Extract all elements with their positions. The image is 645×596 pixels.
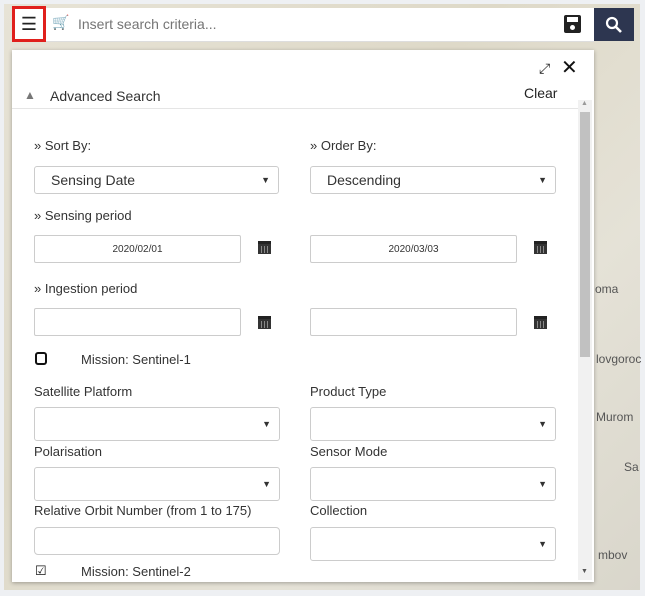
mission-sentinel-2-checkbox[interactable]: ☑ — [35, 563, 47, 579]
satellite-platform-select[interactable]: ▼ — [34, 407, 280, 441]
clear-button[interactable]: Clear — [524, 85, 557, 101]
dropdown-arrow-icon: ▼ — [538, 175, 547, 185]
calendar-icon[interactable] — [534, 241, 547, 254]
map-label: oma — [595, 282, 619, 296]
scroll-down-icon[interactable]: ▼ — [581, 568, 588, 575]
advanced-search-panel: ⤢ ✕ ▲ Advanced Search Clear » Sort By: S… — [12, 50, 594, 582]
expand-icon[interactable]: ⤢ — [539, 60, 550, 77]
calendar-icon[interactable] — [258, 241, 271, 254]
order-by-select[interactable]: Descending ▼ — [310, 166, 556, 194]
map-label: Sa — [624, 460, 639, 474]
dropdown-arrow-icon: ▼ — [262, 479, 271, 489]
product-type-select[interactable]: ▼ — [310, 407, 556, 441]
collection-label: Collection — [310, 503, 368, 518]
scroll-up-icon[interactable]: ▲ — [581, 100, 588, 107]
polarisation-label: Polarisation — [34, 444, 102, 459]
dropdown-arrow-icon: ▼ — [538, 539, 547, 549]
sort-by-value: Sensing Date — [51, 172, 136, 188]
ingestion-to-input[interactable] — [310, 308, 517, 336]
ingestion-period-label: » Ingestion period — [34, 281, 138, 296]
divider — [12, 108, 578, 109]
search-button[interactable] — [594, 8, 634, 41]
dropdown-arrow-icon: ▼ — [261, 175, 270, 185]
relative-orbit-label: Relative Orbit Number (from 1 to 175) — [34, 503, 252, 518]
product-type-label: Product Type — [310, 384, 387, 399]
close-icon[interactable]: ✕ — [561, 55, 578, 80]
hamburger-icon: ☰ — [20, 13, 38, 34]
sensing-period-label: » Sensing period — [34, 208, 132, 223]
satellite-platform-label: Satellite Platform — [34, 384, 133, 399]
panel-title: Advanced Search — [50, 88, 161, 104]
mission-sentinel-2-label: Mission: Sentinel-2 — [81, 564, 191, 579]
chevron-up-icon[interactable]: ▲ — [24, 88, 36, 102]
search-input[interactable] — [78, 8, 548, 40]
map-label: lovgoroc — [596, 352, 642, 366]
sensor-mode-label: Sensor Mode — [310, 444, 388, 459]
scrollbar-thumb[interactable] — [580, 112, 590, 357]
mission-sentinel-1-checkbox[interactable] — [35, 352, 47, 365]
mission-sentinel-1-label: Mission: Sentinel-1 — [81, 352, 191, 367]
collection-select[interactable]: ▼ — [310, 527, 556, 561]
calendar-icon[interactable] — [534, 316, 547, 329]
calendar-icon[interactable] — [258, 316, 271, 329]
scrollbar[interactable]: ▲ ▼ — [578, 100, 592, 580]
relative-orbit-input[interactable] — [34, 527, 280, 555]
dropdown-arrow-icon: ▼ — [538, 479, 547, 489]
polarisation-select[interactable]: ▼ — [34, 467, 280, 501]
order-by-value: Descending — [327, 172, 401, 188]
sensor-mode-select[interactable]: ▼ — [310, 467, 556, 501]
sort-by-label: » Sort By: — [34, 138, 92, 153]
sensing-to-input[interactable]: 2020/03/03 — [310, 235, 517, 263]
dropdown-arrow-icon: ▼ — [538, 419, 547, 429]
cart-icon[interactable]: 🛒 — [52, 14, 69, 31]
sensing-from-input[interactable]: 2020/02/01 — [34, 235, 241, 263]
search-icon — [605, 16, 622, 33]
menu-button[interactable]: ☰ — [12, 6, 46, 42]
save-icon[interactable] — [564, 15, 581, 33]
map-label: Murom — [596, 410, 634, 424]
ingestion-from-input[interactable] — [34, 308, 241, 336]
map-label: mbov — [598, 548, 628, 562]
sort-by-select[interactable]: Sensing Date ▼ — [34, 166, 279, 194]
dropdown-arrow-icon: ▼ — [262, 419, 271, 429]
order-by-label: » Order By: — [310, 138, 377, 153]
